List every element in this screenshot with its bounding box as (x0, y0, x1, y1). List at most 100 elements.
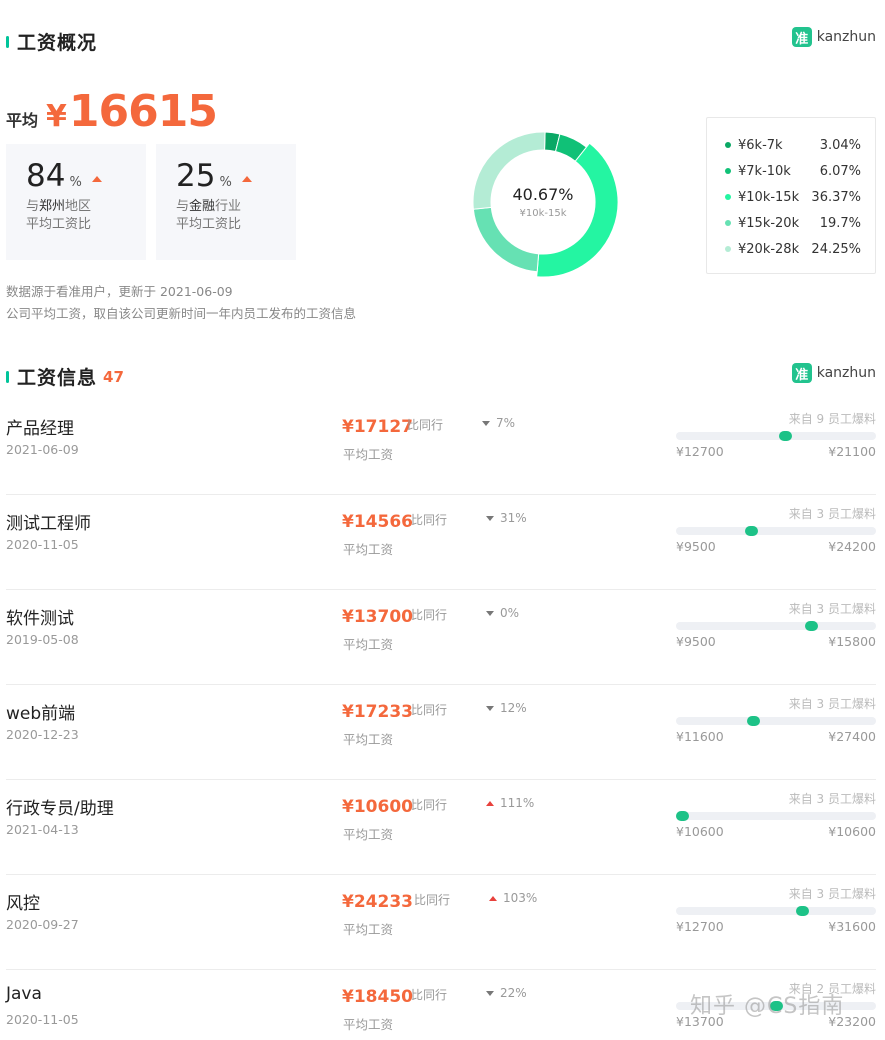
compare-label: 比同行 (414, 893, 451, 907)
avg-salary-label: 平均工资 (343, 447, 394, 462)
salary-range-bar (676, 811, 876, 821)
job-date: 2019-05-08 (6, 632, 79, 647)
data-source-note: 数据源于看准用户，更新于 2021-06-09 (6, 284, 233, 299)
report-source: 来自 3 员工爆料 (788, 887, 876, 901)
salary-position-marker (676, 811, 689, 821)
region-compare-unit: % (69, 175, 82, 190)
salary-distribution-donut[interactable]: 40.67% ¥10k-15k (467, 126, 619, 278)
trend-up-icon (489, 895, 497, 901)
job-title[interactable]: 测试工程师 (6, 509, 91, 534)
overview-title: 工资概况 (17, 32, 98, 54)
average-salary: 平均 ¥ 16615 (6, 86, 218, 137)
report-source: 来自 3 员工爆料 (788, 602, 876, 616)
compare-label: 比同行 (411, 988, 448, 1002)
compare-label: 比同行 (411, 608, 448, 622)
job-row[interactable]: 行政专员/助理 2021-04-13 ¥10600 比同行 111% 平均工资 来自 3 员… (0, 780, 885, 875)
compare-label: 比同行 (407, 418, 444, 432)
job-avg-salary: ¥18450 (342, 987, 413, 1007)
job-date: 2020-12-23 (6, 727, 79, 742)
salary-min: ¥11600 (676, 729, 724, 744)
salary-max: ¥24200 (828, 539, 876, 554)
trend-up-icon (91, 176, 102, 182)
trend-indicator: 31% (486, 511, 527, 525)
salary-range-bar (676, 906, 876, 916)
trend-indicator: 103% (489, 891, 537, 905)
trend-pct: 7% (496, 416, 516, 430)
legend-range: ¥10k-15k (738, 189, 800, 205)
legend-item[interactable]: ¥10k-15k 36.37% (725, 184, 861, 210)
job-date: 2020-11-05 (6, 537, 79, 552)
donut-legend: ¥6k-7k 3.04% ¥7k-10k 6.07% ¥10k-15k 36.37% ¥15… (706, 117, 876, 274)
salary-max: ¥31600 (828, 919, 876, 934)
legend-item[interactable]: ¥7k-10k 6.07% (725, 158, 861, 184)
legend-dot-icon (725, 168, 731, 174)
salary-position-marker (796, 906, 809, 916)
region-compare-card: 84 % 与郑州地区 平均工资比 (6, 144, 146, 260)
trend-indicator: 0% (486, 606, 519, 620)
region-compare-desc2: 平均工资比 (26, 217, 92, 232)
legend-range: ¥7k-10k (738, 163, 791, 179)
salary-position-marker (805, 621, 818, 631)
trend-up-icon (241, 176, 252, 182)
trend-indicator: 111% (486, 796, 534, 810)
salary-min: ¥9500 (676, 634, 716, 649)
job-row[interactable]: 测试工程师 2020-11-05 ¥14566 比同行 31% 平均工资 来自 3 员工爆料… (0, 495, 885, 590)
trend-pct: 0% (500, 606, 520, 620)
report-source: 来自 3 员工爆料 (788, 507, 876, 521)
section-marker (6, 35, 9, 48)
legend-item[interactable]: ¥6k-7k 3.04% (725, 132, 861, 158)
average-label: 平均 (6, 111, 39, 130)
job-title[interactable]: 行政专员/助理 (6, 794, 114, 819)
legend-dot-icon (725, 246, 731, 252)
trend-pct: 103% (503, 891, 538, 905)
job-title[interactable]: Java (6, 984, 42, 1004)
legend-pct: 36.37% (811, 189, 861, 205)
industry-compare-card: 25 % 与金融行业 平均工资比 (156, 144, 296, 260)
region-compare-desc: 与郑州地区 (26, 199, 92, 214)
industry-compare-value: 25 (176, 158, 216, 194)
trend-down-icon (486, 610, 494, 616)
job-date: 2020-09-27 (6, 917, 79, 932)
legend-item[interactable]: ¥20k-28k 24.25% (725, 236, 861, 262)
brand-logo[interactable]: 准 kanzhun (791, 363, 876, 383)
job-row[interactable]: 产品经理 2021-06-09 ¥17127 比同行 7% 平均工资 来自 9 员工爆料 ¥1… (0, 400, 885, 495)
trend-pct: 22% (500, 986, 527, 1000)
job-row[interactable]: web前端 2020-12-23 ¥17233 比同行 12% 平均工资 来自 3 员工爆料… (0, 685, 885, 780)
legend-pct: 24.25% (811, 241, 861, 257)
legend-range: ¥15k-20k (738, 215, 800, 231)
compare-label: 比同行 (411, 513, 448, 527)
salary-min: ¥9500 (676, 539, 716, 554)
salary-max: ¥27400 (828, 729, 876, 744)
legend-pct: 19.7% (819, 215, 861, 231)
legend-range: ¥6k-7k (738, 137, 783, 153)
job-avg-salary: ¥13700 (342, 607, 413, 627)
trend-indicator: 12% (486, 701, 527, 715)
job-row[interactable]: 风控 2020-09-27 ¥24233 比同行 103% 平均工资 来自 3 员工爆料 ¥1… (0, 875, 885, 970)
avg-salary-label: 平均工资 (343, 637, 394, 652)
job-title[interactable]: 产品经理 (6, 414, 74, 439)
trend-down-icon (486, 705, 494, 711)
legend-item[interactable]: ¥15k-20k 19.7% (725, 210, 861, 236)
average-currency: ¥ (46, 99, 67, 134)
job-title[interactable]: 风控 (6, 889, 40, 914)
salary-position-marker (779, 431, 792, 441)
salary-position-marker (745, 526, 758, 536)
job-avg-salary: ¥14566 (342, 512, 413, 532)
report-source: 来自 3 员工爆料 (788, 697, 876, 711)
trend-down-icon (486, 990, 494, 996)
job-row[interactable]: 软件测试 2019-05-08 ¥13700 比同行 0% 平均工资 来自 3 员工爆料 ¥9… (0, 590, 885, 685)
industry-compare-unit: % (219, 175, 232, 190)
donut-center: 40.67% ¥10k-15k (467, 126, 619, 278)
trend-pct: 12% (500, 701, 527, 715)
job-title[interactable]: 软件测试 (6, 604, 74, 629)
brand-name: kanzhun (816, 29, 876, 45)
avg-salary-label: 平均工资 (343, 542, 394, 557)
kanzhun-logo-icon: 准 (791, 27, 812, 47)
section-marker (6, 370, 9, 383)
job-title[interactable]: web前端 (6, 699, 75, 724)
trend-pct: 111% (500, 796, 535, 810)
brand-logo[interactable]: 准 kanzhun (791, 27, 876, 47)
legend-range: ¥20k-28k (738, 241, 800, 257)
job-avg-salary: ¥10600 (342, 797, 413, 817)
salary-range-bar (676, 431, 876, 441)
